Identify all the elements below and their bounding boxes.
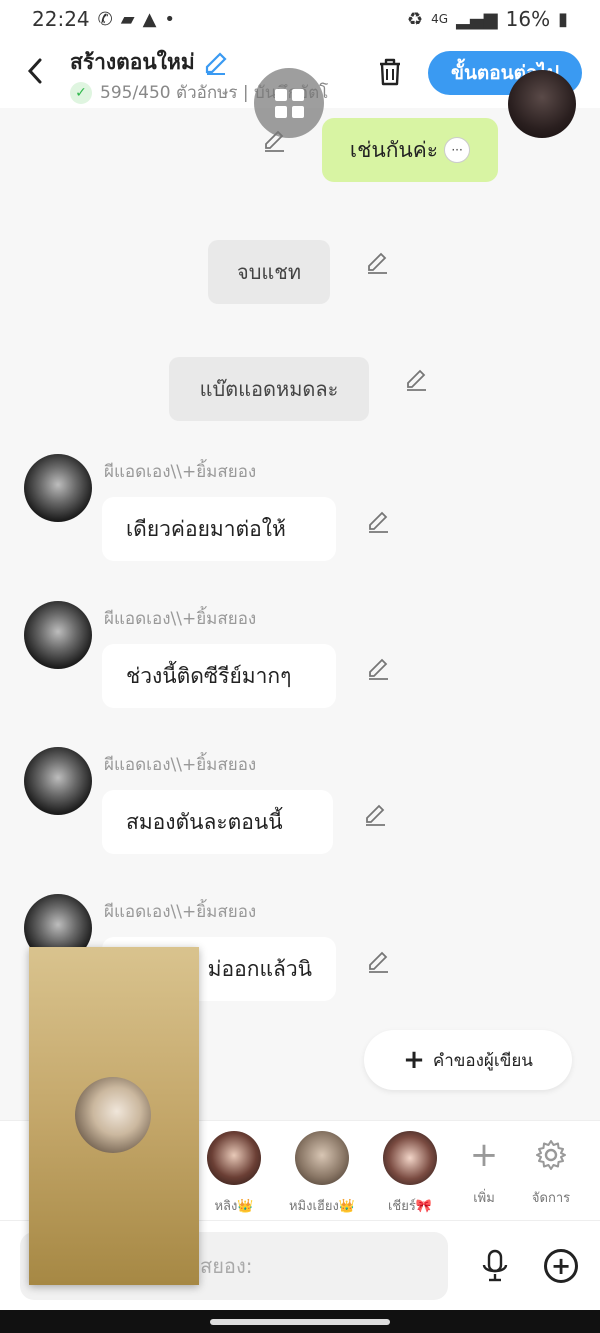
avatar	[207, 1131, 261, 1185]
avatar[interactable]	[24, 747, 92, 815]
manage-label: จัดการ	[531, 1191, 571, 1206]
message-text: สมองตันละตอนนี้	[126, 809, 283, 834]
speaker-name: ผีแอดเอง\\+ยิ้มสยอง	[104, 755, 257, 775]
character-item[interactable]: หมิงเฮียง👑	[286, 1131, 358, 1216]
microphone-icon[interactable]	[480, 1249, 510, 1283]
edit-icon[interactable]	[363, 802, 389, 828]
avatar[interactable]	[508, 70, 576, 138]
edit-icon[interactable]	[366, 656, 392, 682]
message-text: เช่นกันค่ะ	[349, 137, 439, 162]
speaker-name: ผีแอดเอง\\+ยิ้มสยอง	[104, 902, 257, 922]
plus-icon: +	[403, 1045, 425, 1075]
narration-bubble[interactable]: จบแชท	[208, 240, 330, 304]
edit-icon[interactable]	[262, 128, 288, 154]
status-bar: 22:24 ✆ ▰ ▲ • ♻ 4G ▂▄▆ 16% ▮	[0, 0, 600, 38]
battery-icon: ▮	[558, 8, 568, 30]
battery-saver-icon: ♻	[407, 8, 424, 30]
character-item[interactable]: เชียร์🎀	[374, 1131, 446, 1216]
system-nav-bar	[0, 1310, 600, 1333]
grid-icon	[274, 88, 304, 118]
message-bubble[interactable]: ช่วงนี้ติดซีรีย์มากๆ	[102, 644, 336, 708]
avatar[interactable]	[24, 454, 92, 522]
edit-icon[interactable]	[365, 250, 391, 276]
character-item[interactable]: หลิง👑	[198, 1131, 270, 1216]
input-placeholder: สยอง:	[200, 1254, 253, 1278]
character-name: หลิง👑	[214, 1199, 254, 1214]
speaker-name: ผีแอดเอง\\+ยิ้มสยอง	[104, 609, 257, 629]
avatar[interactable]	[24, 601, 92, 669]
message-text: ม่ออกแล้วนิ	[207, 956, 312, 981]
edit-icon[interactable]	[404, 367, 430, 393]
trash-icon[interactable]	[372, 54, 408, 90]
status-time: 22:24	[32, 7, 90, 31]
chevron-left-icon	[27, 58, 42, 84]
speaker-name: ผีแอดเอง\\+ยิ้มสยอง	[104, 462, 257, 482]
edit-icon[interactable]	[366, 509, 392, 535]
narration-text: แบ๊ตแอดหมดละ	[199, 377, 339, 401]
avatar	[295, 1131, 349, 1185]
signal-icon: ▂▄▆	[456, 8, 498, 30]
author-note-label: คำของผู้เขียน	[432, 1050, 533, 1071]
check-icon: ✓	[70, 81, 92, 104]
message-bubble[interactable]: สมองตันละตอนนี้	[102, 790, 333, 854]
folder-icon: ▰	[120, 8, 135, 30]
page-title: สร้างตอนใหม่	[70, 46, 229, 79]
video-overlay[interactable]	[29, 947, 199, 1285]
message-text: ช่วงนี้ติดซีรีย์มากๆ	[126, 663, 292, 688]
gear-icon	[521, 1133, 581, 1177]
page-title-text: สร้างตอนใหม่	[70, 50, 195, 74]
author-note-button[interactable]: + คำของผู้เขียน	[364, 1030, 572, 1090]
back-button[interactable]	[20, 54, 50, 88]
typing-icon: ···	[444, 137, 471, 163]
character-name: เชียร์🎀	[387, 1199, 433, 1214]
home-handle[interactable]	[210, 1319, 390, 1325]
message-bubble[interactable]: เดียวค่อยมาต่อให้	[102, 497, 336, 561]
warning-icon: ▲	[142, 8, 157, 30]
overlay-avatar	[75, 1077, 151, 1153]
dot-icon: •	[164, 8, 176, 30]
network-label: 4G	[431, 12, 449, 26]
narration-text: จบแชท	[236, 260, 302, 284]
character-name: หมิงเฮียง👑	[288, 1199, 355, 1214]
edit-title-icon[interactable]	[203, 50, 229, 76]
plus-icon: +	[550, 1252, 572, 1280]
manage-characters-button[interactable]: จัดการ	[521, 1133, 581, 1208]
add-content-button[interactable]: +	[544, 1249, 578, 1283]
edit-icon[interactable]	[366, 949, 392, 975]
message-text: เดียวค่อยมาต่อให้	[126, 516, 286, 541]
avatar	[383, 1131, 437, 1185]
phone-icon: ✆	[97, 8, 113, 30]
battery-percent: 16%	[505, 7, 551, 31]
narration-bubble[interactable]: แบ๊ตแอดหมดละ	[169, 357, 369, 421]
plus-icon: +	[469, 1135, 499, 1175]
add-label: เพิ่ม	[473, 1191, 495, 1206]
sent-message-bubble[interactable]: เช่นกันค่ะ ···	[322, 118, 498, 182]
add-character-button[interactable]: + เพิ่ม	[454, 1133, 514, 1208]
